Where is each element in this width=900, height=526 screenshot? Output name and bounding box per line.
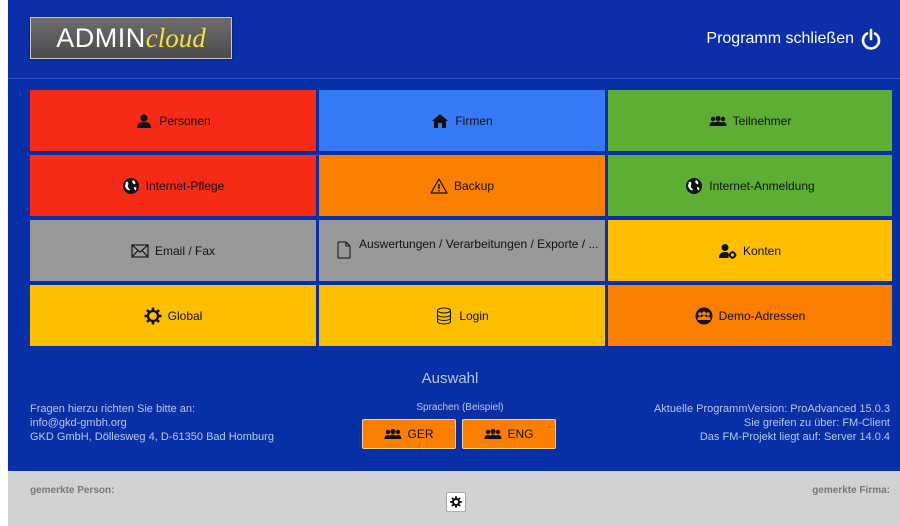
window-edge (0, 0, 8, 526)
tile-email-fax[interactable]: Email / Fax (30, 220, 316, 281)
tile-email-fax-label: Email / Fax (154, 243, 215, 258)
group-icon (709, 112, 727, 130)
globe-icon (122, 177, 140, 195)
header-separator (8, 78, 900, 79)
group-icon (484, 429, 502, 439)
tile-konten-label: Konten (742, 243, 782, 258)
tile-demo-adressen-label: Demo-Adressen (718, 308, 806, 323)
version-client: Sie greifen zu über: FM-Client (743, 417, 890, 429)
tile-backup[interactable]: Backup (319, 155, 605, 216)
tile-auswertungen[interactable]: Auswertungen / Verarbeitungen / Exporte … (319, 220, 605, 281)
footer-bar: gemerkte Person: gemerkte Firma: (8, 471, 900, 526)
tile-global-label: Global (167, 308, 203, 323)
tile-auswertungen-label: Auswertungen / Verarbeitungen / Exporte … (359, 237, 599, 251)
document-icon (335, 241, 353, 259)
version-server: Das FM-Projekt liegt auf: Server 14.0.4 (699, 431, 890, 443)
close-program-button[interactable]: Programm schließen (706, 28, 882, 50)
app-logo: ADMIN cloud (30, 17, 232, 59)
tile-login[interactable]: Login (319, 285, 605, 346)
remembered-person-label: gemerkte Person: (30, 485, 115, 496)
logo-admin-text: ADMIN (56, 22, 146, 53)
contact-line-1: Fragen hierzu richten Sie bitte an: (30, 403, 196, 415)
contact-address: GKD GmbH, Döllesweg 4, D-61350 Bad Hombu… (30, 431, 274, 443)
person-icon (135, 112, 153, 130)
tile-internet-pflege-label: Internet-Pflege (145, 178, 225, 193)
tile-internet-anmeldung[interactable]: Internet-Anmeldung (608, 155, 892, 216)
logo-cloud-text: cloud (145, 22, 206, 53)
tile-global[interactable]: Global (30, 285, 316, 346)
globe-icon (685, 177, 703, 195)
tile-teilnehmer[interactable]: Teilnehmer (608, 90, 892, 151)
tile-teilnehmer-label: Teilnehmer (732, 113, 792, 128)
contact-info: Fragen hierzu richten Sie bitte an: info… (30, 402, 274, 444)
language-ger-label: GER (407, 427, 434, 441)
auswahl-heading: Auswahl (421, 370, 479, 387)
group-circle-icon (695, 307, 713, 325)
tile-konten[interactable]: Konten (608, 220, 892, 281)
tile-internet-pflege[interactable]: Internet-Pflege (30, 155, 316, 216)
tile-firmen-label: Firmen (455, 113, 493, 128)
gear-icon (144, 307, 162, 325)
language-eng-label: ENG (507, 427, 534, 441)
language-title: Sprachen (Beispiel) (416, 402, 504, 413)
version-program: Aktuelle ProgrammVersion: ProAdvanced 15… (653, 403, 890, 415)
power-icon (861, 28, 881, 50)
home-icon (431, 112, 449, 130)
database-icon (435, 307, 453, 325)
settings-button[interactable] (446, 492, 466, 512)
language-selector: Sprachen (Beispiel) GER ENG (362, 402, 558, 449)
tile-internet-anmeldung-label: Internet-Anmeldung (709, 178, 815, 193)
tile-personen[interactable]: Personen (30, 90, 316, 151)
contact-email: info@gkd-gmbh.org (30, 417, 127, 429)
tile-demo-adressen[interactable]: Demo-Adressen (608, 285, 892, 346)
gear-icon (450, 496, 462, 508)
group-icon (384, 429, 402, 439)
envelope-icon (131, 242, 149, 260)
user-cog-icon (718, 242, 737, 260)
language-ger-button[interactable]: GER (362, 419, 456, 449)
menu-grid: Personen Firmen Teilnehmer Internet-Pfle… (30, 90, 892, 346)
language-eng-button[interactable]: ENG (462, 419, 556, 449)
tile-backup-label: Backup (453, 178, 495, 193)
remembered-company-label: gemerkte Firma: (812, 485, 890, 496)
close-program-label: Programm schließen (706, 30, 854, 47)
tile-personen-label: Personen (159, 113, 211, 128)
tile-login-label: Login (459, 308, 489, 323)
warning-icon (430, 177, 448, 195)
tile-firmen[interactable]: Firmen (319, 90, 605, 151)
version-info: Aktuelle ProgrammVersion: ProAdvanced 15… (654, 402, 890, 444)
